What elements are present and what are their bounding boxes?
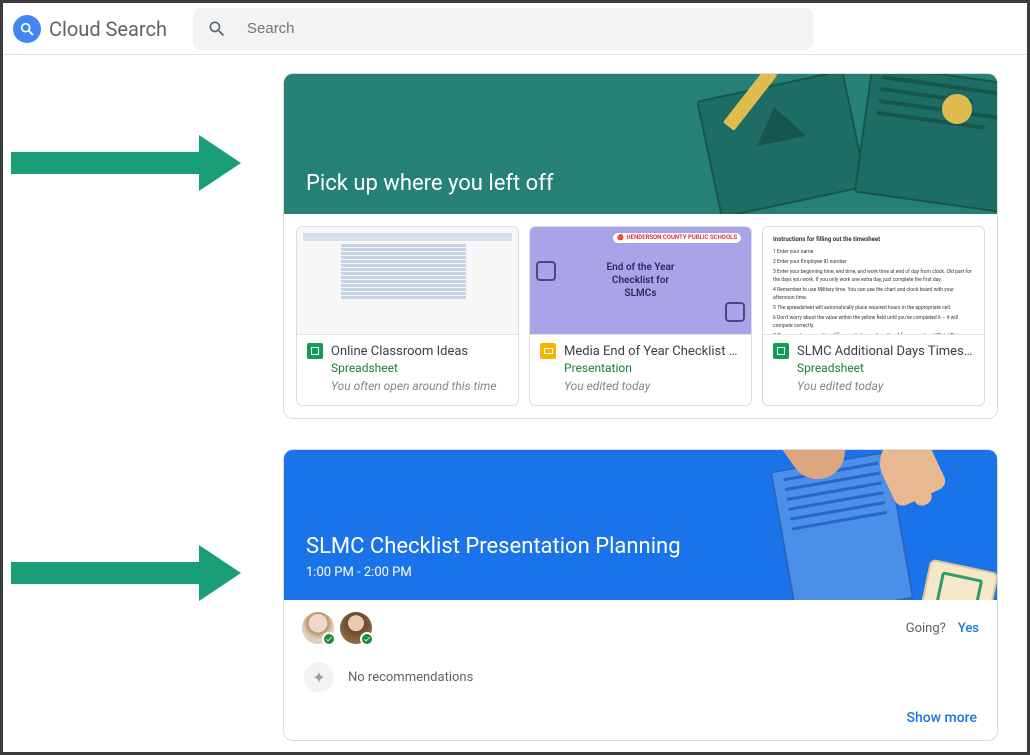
cloud-search-icon	[13, 15, 41, 43]
doc-card[interactable]: Instructions for filling out the timeshe…	[762, 226, 985, 406]
recommendations-row: ✦ No recommendations	[302, 662, 979, 692]
sparkle-icon: ✦	[304, 662, 334, 692]
pickup-illustration	[647, 74, 997, 214]
sheets-icon	[773, 343, 789, 359]
search-icon	[207, 19, 227, 39]
pickup-header: Pick up where you left off	[284, 74, 997, 214]
rsvp-row: Going? Yes	[906, 621, 979, 636]
doc-activity: You edited today	[564, 379, 741, 393]
doc-type: Spreadsheet	[797, 361, 974, 375]
sheets-icon	[307, 343, 323, 359]
pickup-title: Pick up where you left off	[306, 171, 554, 196]
doc-title: Online Classroom Ideas	[331, 344, 508, 359]
doc-thumbnail: 🍎 HENDERSON COUNTY PUBLIC SCHOOLS End of…	[530, 227, 751, 335]
app-header: Cloud Search	[3, 3, 1027, 55]
accepted-check-icon	[322, 632, 336, 646]
rsvp-yes-button[interactable]: Yes	[958, 621, 979, 636]
doc-activity: You edited today	[797, 379, 974, 393]
accepted-check-icon	[360, 632, 374, 646]
doc-title: Media End of Year Checklist P…	[564, 344, 741, 359]
event-time: 1:00 PM - 2:00 PM	[306, 565, 975, 580]
doc-type: Presentation	[564, 361, 741, 375]
doc-thumbnail	[297, 227, 518, 335]
show-more-button[interactable]: Show more	[302, 706, 979, 730]
doc-card[interactable]: 🍎 HENDERSON COUNTY PUBLIC SCHOOLS End of…	[529, 226, 752, 406]
product-name: Cloud Search	[49, 17, 167, 41]
event-title: SLMC Checklist Presentation Planning	[306, 534, 975, 559]
attendee[interactable]	[302, 612, 334, 644]
going-label: Going?	[906, 621, 946, 636]
slides-icon	[540, 343, 556, 359]
event-header: SLMC Checklist Presentation Planning 1:0…	[284, 450, 997, 600]
slide-badge: 🍎 HENDERSON COUNTY PUBLIC SCHOOLS	[613, 233, 741, 243]
search-bar[interactable]	[193, 8, 813, 50]
doc-activity: You often open around this time	[331, 379, 508, 393]
attendee-avatars	[302, 612, 372, 644]
no-recommendations-text: No recommendations	[348, 670, 473, 685]
pickup-card: Pick up where you left off Online Classr…	[283, 73, 998, 419]
doc-title: SLMC Additional Days Timesh…	[797, 344, 974, 359]
event-card: SLMC Checklist Presentation Planning 1:0…	[283, 449, 998, 741]
doc-type: Spreadsheet	[331, 361, 508, 375]
doc-card[interactable]: Online Classroom Ideas Spreadsheet You o…	[296, 226, 519, 406]
search-input[interactable]	[247, 20, 799, 37]
main-content: Pick up where you left off Online Classr…	[3, 55, 1027, 741]
docs-row: Online Classroom Ideas Spreadsheet You o…	[284, 214, 997, 418]
product-logo[interactable]: Cloud Search	[13, 15, 193, 43]
attendee[interactable]	[340, 612, 372, 644]
doc-thumbnail: Instructions for filling out the timeshe…	[763, 227, 984, 335]
